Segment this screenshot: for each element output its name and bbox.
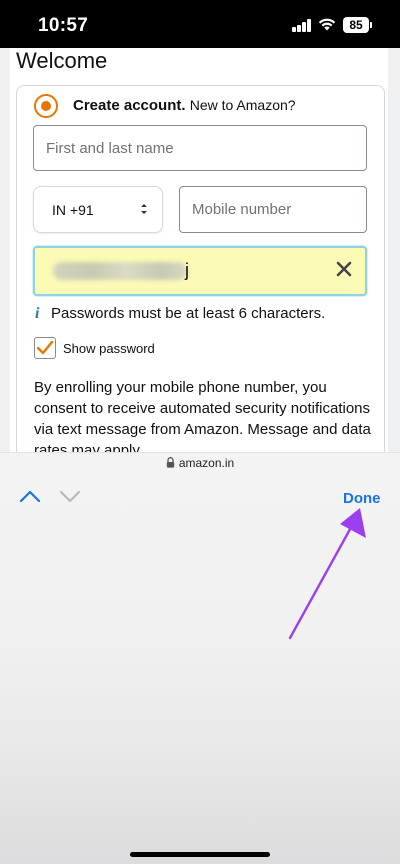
home-indicator[interactable] [130,852,270,857]
status-time: 10:57 [38,15,89,36]
country-code-value: IN +91 [52,201,94,218]
blurred-password-text [53,262,187,280]
wifi-icon [318,18,336,31]
show-password-checkbox[interactable] [34,337,56,359]
country-code-select[interactable]: IN +91 [33,186,163,233]
page-margin-right [388,48,400,452]
battery-cap [370,22,372,28]
keyboard-area: Done [0,476,400,864]
signal-icon [292,19,312,32]
checkmark-icon [36,340,54,355]
url-display: amazon.in [0,456,400,470]
page-title: Welcome [16,48,108,73]
password-field[interactable]: j [33,246,367,296]
battery-icon: 85 [343,17,369,33]
registration-card: Create account. New to Amazon? First and… [16,85,385,452]
create-account-label[interactable]: Create account. New to Amazon? [73,97,296,114]
mobile-number-field[interactable]: Mobile number [179,186,367,233]
show-password-label[interactable]: Show password [63,341,155,356]
create-account-title: Create account. [73,97,186,114]
status-bar: 10:57 85 [0,0,400,48]
password-visible-char: j [185,260,189,280]
clear-icon[interactable] [335,260,353,278]
create-account-radio[interactable] [34,94,58,118]
info-icon: i [35,305,40,322]
url-bar[interactable]: amazon.in [0,452,400,476]
select-arrows-icon [141,204,147,214]
lock-icon [166,457,175,468]
password-hint-text: Passwords must be at least 6 characters. [51,305,326,322]
page-margin-left [0,48,10,452]
name-field[interactable]: First and last name [33,125,367,171]
next-field-icon[interactable] [58,488,82,504]
annotation-arrow-icon [288,508,366,640]
url-domain: amazon.in [178,456,235,470]
web-page: Welcome Create account. New to Amazon? F… [0,48,400,452]
previous-field-icon[interactable] [18,488,42,504]
consent-text: By enrolling your mobile phone number, y… [34,379,371,452]
create-account-subtitle: New to Amazon? [189,97,296,113]
